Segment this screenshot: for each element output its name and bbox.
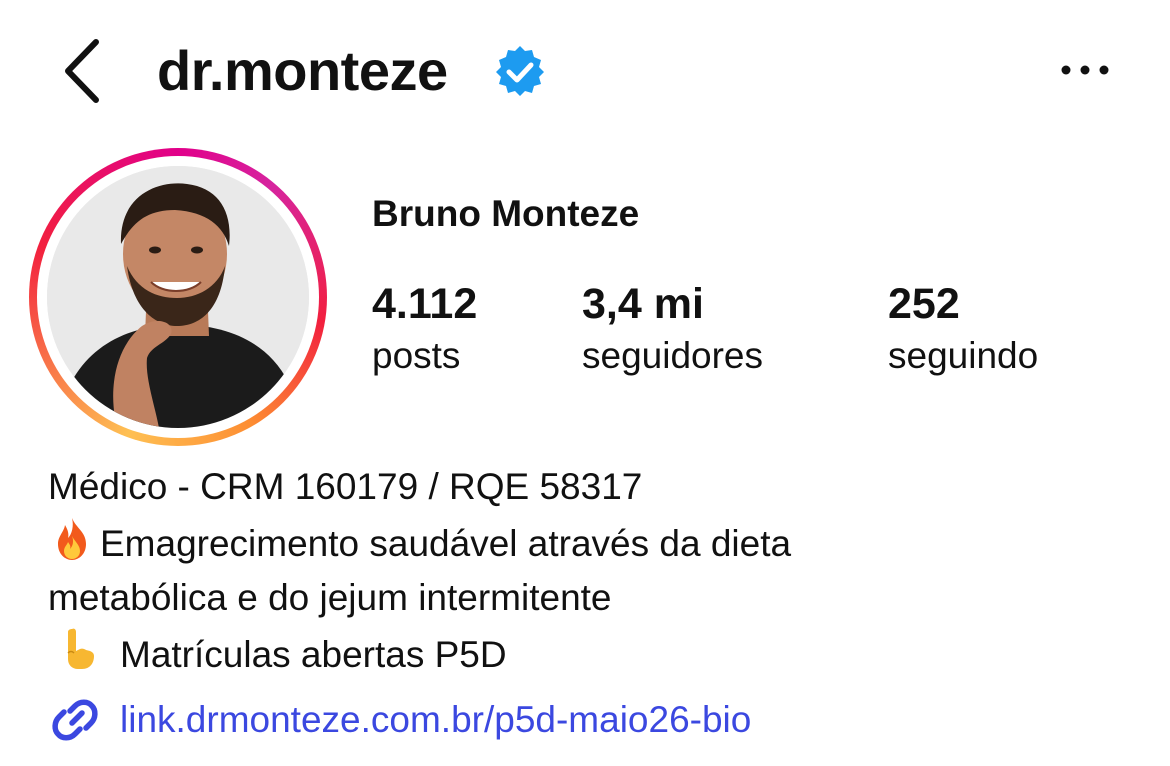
pointing-down-emoji-icon [67, 628, 94, 669]
stat-posts[interactable]: 4.112 posts [372, 280, 477, 384]
bio-line-2-text: Emagrecimento saudável através da dieta [100, 523, 792, 564]
profile-screen: dr.monteze Bruno Monteze 4.112 posts 3,4… [0, 0, 1170, 766]
bio-link-text[interactable]: link.drmonteze.com.br/p5d-maio26-bio [120, 693, 751, 747]
stat-following-label: seguindo [888, 335, 1039, 376]
profile-bio: Médico - CRM 160179 / RQE 58317 Emagreci… [48, 460, 1128, 682]
bio-line-credentials: Médico - CRM 160179 / RQE 58317 [48, 466, 643, 507]
more-options-button[interactable] [1056, 50, 1116, 90]
profile-full-name: Bruno Monteze [372, 193, 640, 234]
avatar-photo [47, 166, 309, 428]
link-icon [52, 699, 98, 741]
verified-badge [494, 46, 546, 98]
back-button[interactable] [52, 36, 112, 106]
stat-followers[interactable]: 3,4 mi seguidores [582, 280, 763, 384]
fire-emoji-icon [58, 518, 86, 560]
chevron-left-icon [65, 39, 99, 103]
verified-badge-icon [496, 46, 544, 96]
stat-posts-label: posts [372, 335, 461, 376]
more-horizontal-icon [1061, 65, 1109, 75]
bio-link[interactable]: link.drmonteze.com.br/p5d-maio26-bio [48, 690, 751, 750]
story-ring[interactable] [29, 148, 327, 446]
stat-following[interactable]: 252 seguindo [888, 280, 1038, 384]
bio-line-4: Matrículas abertas P5D [48, 625, 1128, 682]
bio-line-2: Emagrecimento saudável através da dieta [48, 514, 1128, 571]
profile-username: dr.monteze [157, 39, 448, 102]
stat-followers-count: 3,4 mi [582, 280, 704, 328]
stat-followers-label: seguidores [582, 335, 764, 376]
bio-line-3: metabólica e do jejum intermitente [48, 577, 612, 618]
bio-line-4-text: Matrículas abertas P5D [120, 634, 507, 675]
avatar [47, 166, 309, 428]
stat-following-count: 252 [888, 280, 960, 328]
stat-posts-count: 4.112 [372, 280, 478, 328]
